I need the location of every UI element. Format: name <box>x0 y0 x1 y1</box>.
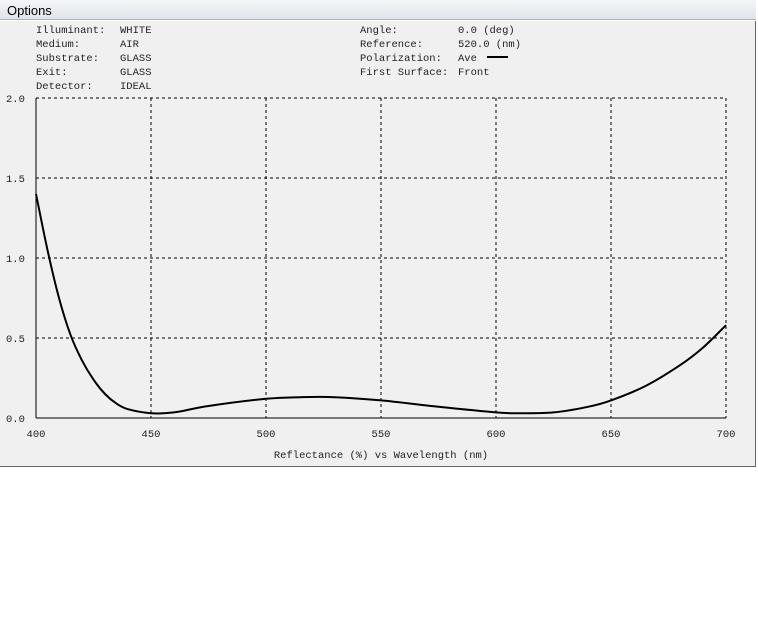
y-tick-label: 0.5 <box>6 334 25 346</box>
window-title: Options <box>0 0 756 20</box>
y-tick-label: 1.5 <box>6 174 25 186</box>
x-axis-label: Reflectance (%) vs Wavelength (nm) <box>274 450 488 462</box>
x-tick-label: 450 <box>142 429 161 441</box>
x-tick-label: 400 <box>27 429 46 441</box>
info-label: Substrate: <box>36 53 99 65</box>
y-tick-label: 1.0 <box>6 254 25 266</box>
info-value: 520.0 (nm) <box>458 39 521 51</box>
info-label: Exit: <box>36 67 68 79</box>
info-value: GLASS <box>120 53 152 65</box>
x-tick-label: 500 <box>257 429 276 441</box>
info-label: First Surface: <box>360 67 448 79</box>
info-value: Front <box>458 67 490 79</box>
info-value: GLASS <box>120 67 152 79</box>
chart-panel: Illuminant: WHITE Medium: AIR Substrate: GLAS… <box>0 21 756 467</box>
info-value: Ave <box>458 53 477 65</box>
info-label: Angle: <box>360 25 398 37</box>
info-label: Medium: <box>36 39 80 51</box>
x-tick-label: 550 <box>372 429 391 441</box>
info-value: 0.0 (deg) <box>458 25 515 37</box>
info-label: Reference: <box>360 39 423 51</box>
info-value: AIR <box>120 39 140 51</box>
info-label: Detector: <box>36 81 93 93</box>
info-label: Polarization: <box>360 53 442 65</box>
x-tick-label: 600 <box>487 429 506 441</box>
info-value: WHITE <box>120 25 152 37</box>
y-tick-label: 2.0 <box>6 94 25 106</box>
x-tick-label: 650 <box>602 429 621 441</box>
x-tick-label: 700 <box>717 429 736 441</box>
info-value: IDEAL <box>120 81 152 93</box>
info-label: Illuminant: <box>36 25 105 37</box>
reflectance-chart: Illuminant: WHITE Medium: AIR Substrate: GLAS… <box>6 25 736 462</box>
y-tick-label: 0.0 <box>6 414 25 426</box>
